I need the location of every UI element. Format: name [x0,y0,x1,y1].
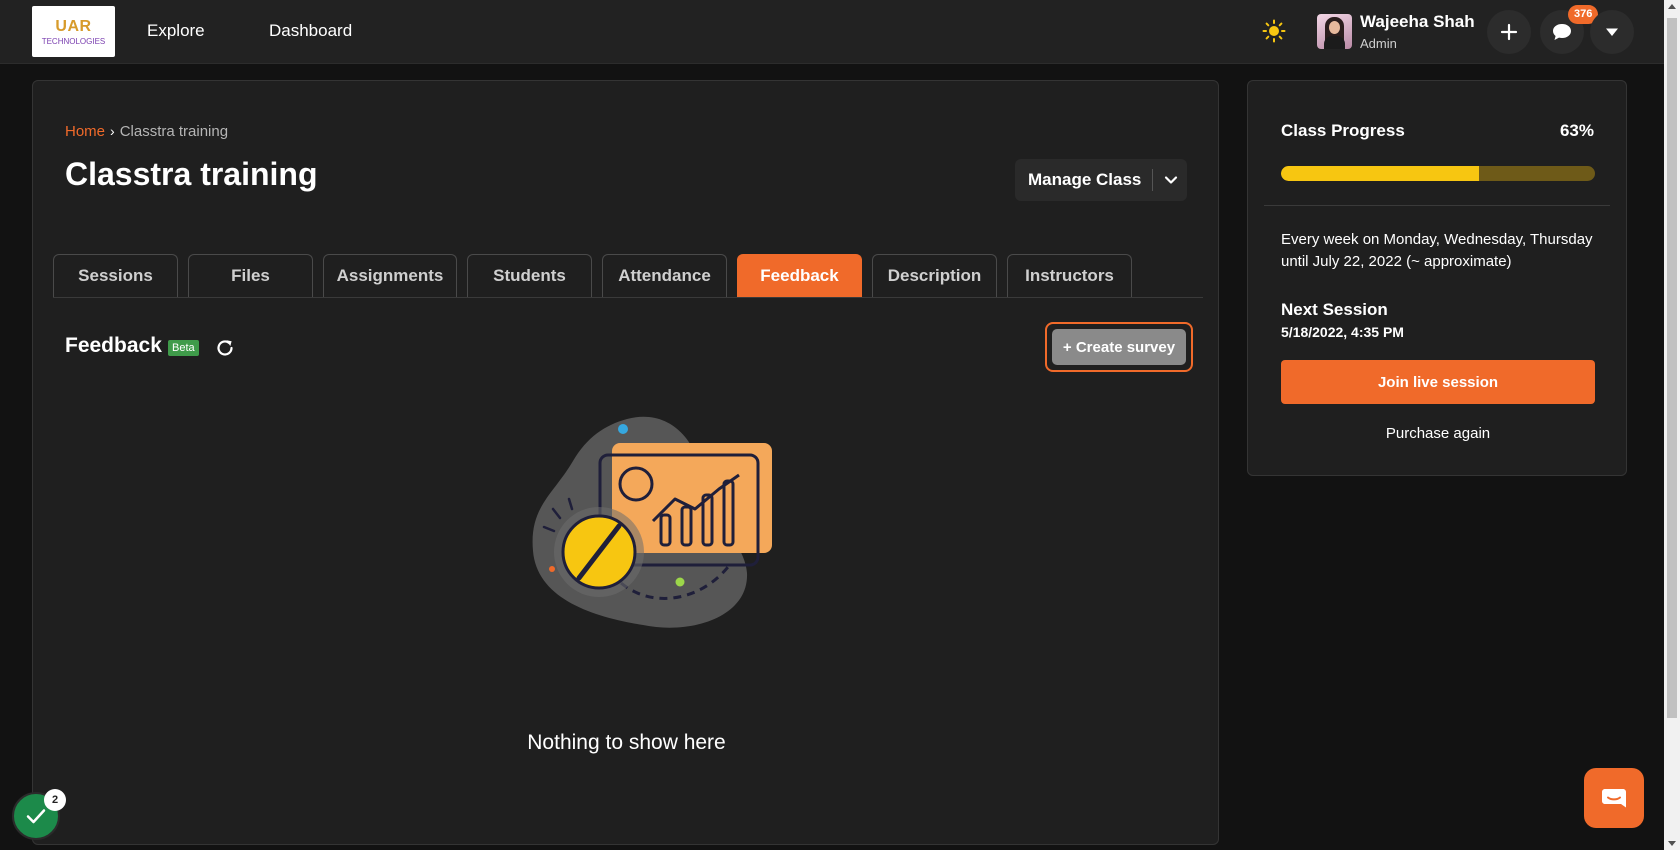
purchase-again-link[interactable]: Purchase again [1281,425,1595,442]
plus-icon [1500,23,1518,41]
progress-bar-fill [1281,166,1479,181]
user-role: Admin [1360,36,1397,51]
support-chat-button[interactable] [1584,768,1644,828]
sun-icon[interactable] [1262,19,1286,43]
page-title: Classtra training [65,156,318,192]
user-menu-button[interactable] [1590,10,1634,54]
breadcrumb-home[interactable]: Home [65,123,105,140]
manage-class-label: Manage Class [1028,170,1142,189]
refresh-icon[interactable] [214,337,236,359]
user-avatar[interactable] [1317,14,1352,49]
next-session-time: 5/18/2022, 4:35 PM [1281,324,1404,340]
tab-instructors[interactable]: Instructors [1007,254,1132,297]
tab-feedback[interactable]: Feedback [737,254,862,297]
class-progress-value: 63% [1559,121,1594,140]
scrollbar-thumb[interactable] [1667,18,1677,718]
nav-dashboard[interactable]: Dashboard [269,21,352,41]
chat-support-icon [1602,789,1626,808]
add-button[interactable] [1487,10,1531,54]
progress-bar [1281,166,1595,181]
schedule-text: Every week on Monday, Wednesday, Thursda… [1281,231,1593,270]
top-navbar: UAR TECHNOLOGIES Explore Dashboard Wajee… [0,0,1664,64]
class-main-card: Home › Classtra training Classtra training… [32,80,1219,845]
divider [1264,205,1610,206]
tab-students[interactable]: Students [467,254,592,297]
breadcrumb: Home › Classtra training [65,123,228,140]
breadcrumb-separator: › [110,123,115,139]
empty-state-message: Nothing to show here [527,731,726,754]
next-session-label: Next Session [1281,300,1388,319]
logo-subtext: TECHNOLOGIES [41,36,106,46]
tab-assignments[interactable]: Assignments [323,254,457,297]
tab-files[interactable]: Files [188,254,313,297]
chevron-down-icon[interactable] [1164,175,1178,185]
class-progress-card: Class Progress 63% Every week on Monday,… [1247,80,1627,476]
manage-class-button[interactable]: Manage Class [1015,159,1187,201]
create-survey-button[interactable]: + Create survey [1052,329,1186,365]
caret-down-icon [1606,28,1618,36]
tabs-divider [53,297,1203,298]
beta-badge: Beta [168,340,199,356]
empty-state-illustration [532,416,772,628]
chat-bubble-icon [1553,24,1571,40]
nav-explore[interactable]: Explore [147,21,205,41]
user-name[interactable]: Wajeeha Shah [1360,12,1475,32]
checkmark-icon [26,809,46,824]
logo-text: UAR [55,17,92,35]
company-logo[interactable]: UAR TECHNOLOGIES [32,6,115,57]
breadcrumb-current: Classtra training [119,123,229,140]
tab-description[interactable]: Description [872,254,997,297]
class-progress-label: Class Progress [1281,121,1405,140]
join-live-session-button[interactable]: Join live session [1281,360,1595,404]
tab-sessions[interactable]: Sessions [53,254,178,297]
checklist-count-badge: 2 [44,789,66,811]
page-scrollbar[interactable] [1664,0,1680,850]
tab-attendance[interactable]: Attendance [602,254,727,297]
scroll-down-arrow-icon[interactable] [1668,841,1676,846]
feedback-heading: Feedback [65,334,162,357]
scroll-up-arrow-icon[interactable] [1668,4,1676,9]
